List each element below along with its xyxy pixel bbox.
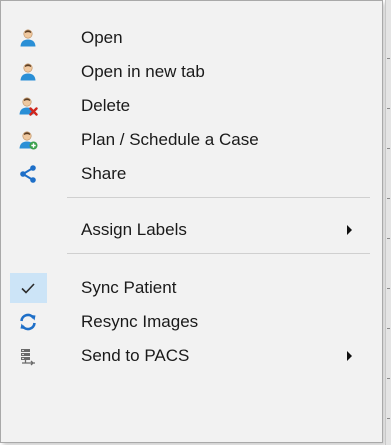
background-window-edge bbox=[385, 0, 391, 445]
menu-item-label: Send to PACS bbox=[81, 346, 190, 365]
menu-separator bbox=[67, 253, 370, 254]
submenu-arrow-icon bbox=[347, 225, 352, 235]
menu-item-label: Share bbox=[81, 164, 127, 183]
menu-item-label: Assign Labels bbox=[81, 220, 187, 239]
menu-item-label: Sync Patient bbox=[81, 278, 177, 297]
menu-item-label: Plan / Schedule a Case bbox=[81, 130, 259, 149]
menu-item-delete[interactable]: Delete bbox=[2, 89, 381, 123]
menu-item-open[interactable]: Open bbox=[2, 21, 381, 55]
context-menu: Open Open in new tab Delete Plan / Sched… bbox=[0, 0, 383, 443]
menu-item-label: Delete bbox=[81, 96, 131, 115]
user-icon bbox=[18, 62, 38, 82]
user-icon bbox=[18, 28, 38, 48]
menu-item-share[interactable]: Share bbox=[2, 157, 381, 191]
user-add-icon bbox=[18, 130, 38, 150]
menu-item-open-in-new-tab[interactable]: Open in new tab bbox=[2, 55, 381, 89]
menu-item-plan-schedule-case[interactable]: Plan / Schedule a Case bbox=[2, 123, 381, 157]
user-delete-icon bbox=[18, 96, 38, 116]
menu-item-sync-patient[interactable]: Sync Patient bbox=[2, 271, 381, 305]
submenu-arrow-icon bbox=[347, 351, 352, 361]
menu-item-send-to-pacs[interactable]: Send to PACS bbox=[2, 339, 381, 373]
pacs-server-icon bbox=[18, 346, 38, 366]
menu-item-label: Resync Images bbox=[81, 312, 199, 331]
share-icon bbox=[18, 164, 38, 184]
menu-separator bbox=[67, 197, 370, 198]
refresh-icon bbox=[18, 312, 38, 332]
checkmark-icon bbox=[18, 278, 38, 298]
menu-item-label: Open in new tab bbox=[81, 62, 205, 81]
menu-item-label: Open bbox=[81, 28, 123, 47]
menu-item-resync-images[interactable]: Resync Images bbox=[2, 305, 381, 339]
menu-item-assign-labels[interactable]: Assign Labels bbox=[2, 213, 381, 247]
